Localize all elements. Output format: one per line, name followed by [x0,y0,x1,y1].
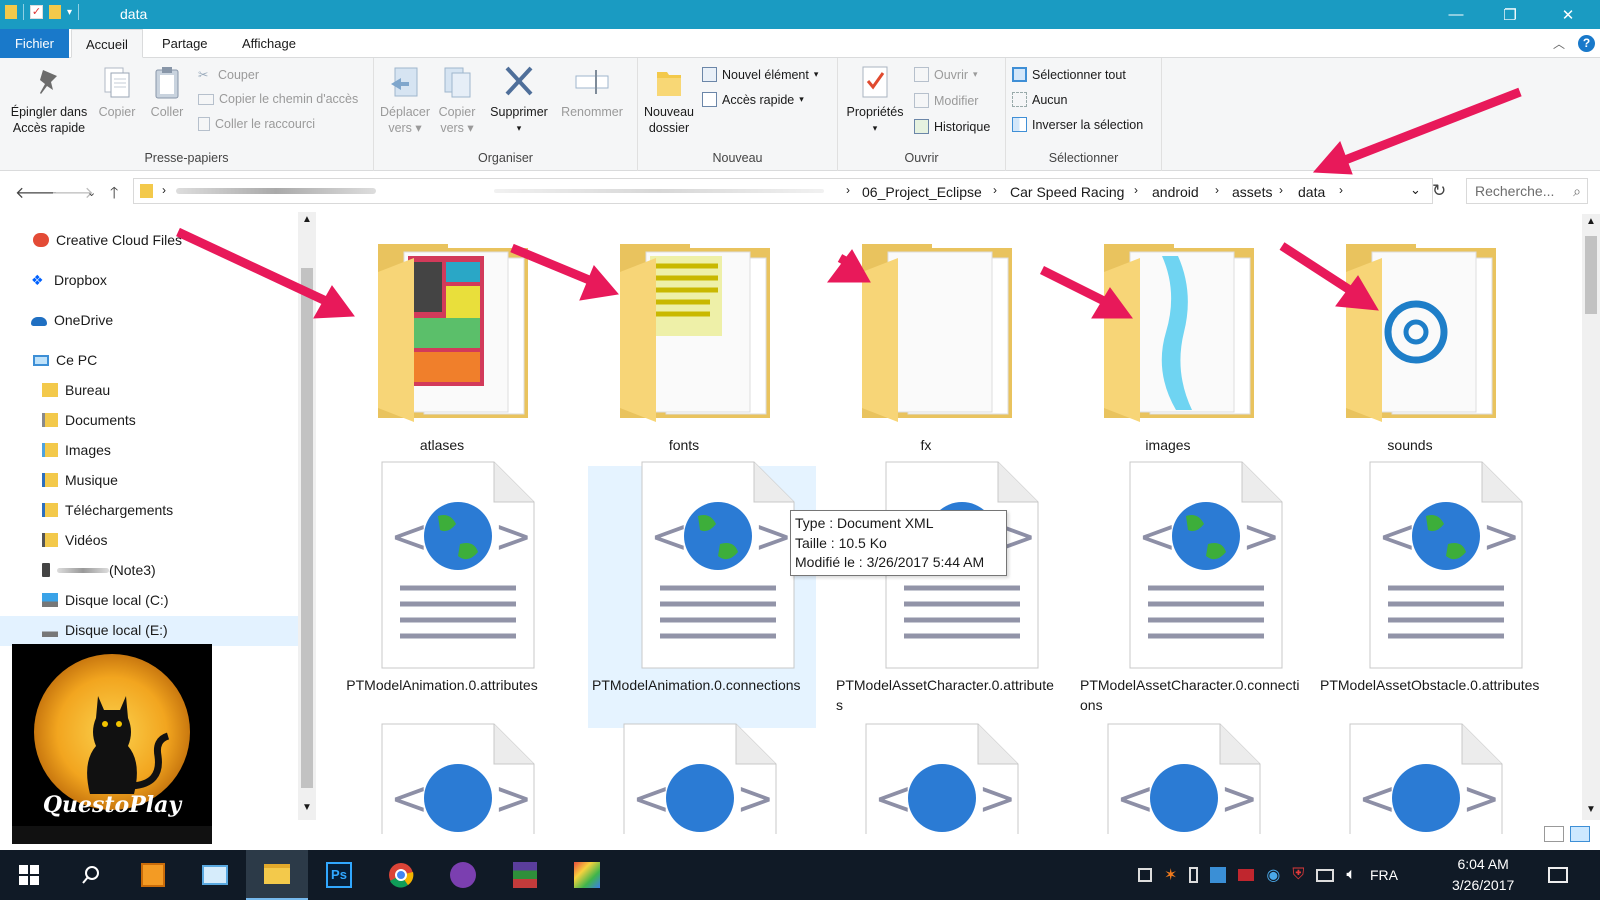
action-center-button[interactable] [1548,850,1568,900]
start-button[interactable] [0,850,58,900]
app-tray-icon[interactable] [1210,867,1227,883]
file-explorer-icon [264,864,290,884]
monitor-icon[interactable] [1316,868,1335,882]
nvu-icon [450,862,476,888]
clock[interactable]: 6:04 AM 3/26/2017 [1452,850,1514,900]
shield-icon[interactable]: ⛨ [1292,866,1304,884]
avast-icon[interactable]: ✶ [1164,865,1177,885]
network-share-icon[interactable] [1138,868,1152,882]
winrar-icon [513,862,537,888]
clock-time: 6:04 AM [1457,856,1509,872]
start-icon [19,865,39,885]
taskbar-app-nvu[interactable] [432,850,494,900]
taskbar-app-package[interactable] [122,850,184,900]
taskbar-app-chrome[interactable] [370,850,432,900]
annotation-arrows [176,87,1522,319]
taskbar-app-studio[interactable] [556,850,618,900]
volume-icon[interactable]: 🔈︎ [1346,866,1356,884]
control-panel-icon [202,865,228,885]
taskbar: Ps ✶ ◉ ⛨ 🔈︎ FRA 6:04 AM 3/26/2017 [0,850,1600,900]
arrow-to-images [1039,265,1113,309]
arrow-to-fonts [510,243,596,287]
bluetooth-tray-icon[interactable] [1238,869,1255,881]
language-indicator[interactable]: FRA [1370,867,1398,883]
taskbar-app-control-panel[interactable] [184,850,246,900]
taskbar-app-winrar[interactable] [494,850,556,900]
sync-tray-icon[interactable]: ◉ [1266,865,1280,885]
usb-icon[interactable] [1189,867,1199,883]
arrow-to-atlases [176,227,330,307]
notification-icon [1548,867,1568,883]
photoshop-icon: Ps [326,862,352,888]
arrow-to-address-bar [1338,87,1522,167]
system-tray: ✶ ◉ ⛨ 🔈︎ FRA [1138,850,1398,900]
package-icon [141,863,165,887]
studio-icon [574,862,600,888]
taskbar-app-file-explorer[interactable] [246,850,308,900]
clock-date: 3/26/2017 [1452,877,1515,893]
search-icon [82,866,99,884]
search-button[interactable] [60,850,122,900]
chrome-icon [389,863,414,888]
arrow-to-sounds [1279,242,1359,298]
taskbar-app-photoshop[interactable]: Ps [308,850,370,900]
